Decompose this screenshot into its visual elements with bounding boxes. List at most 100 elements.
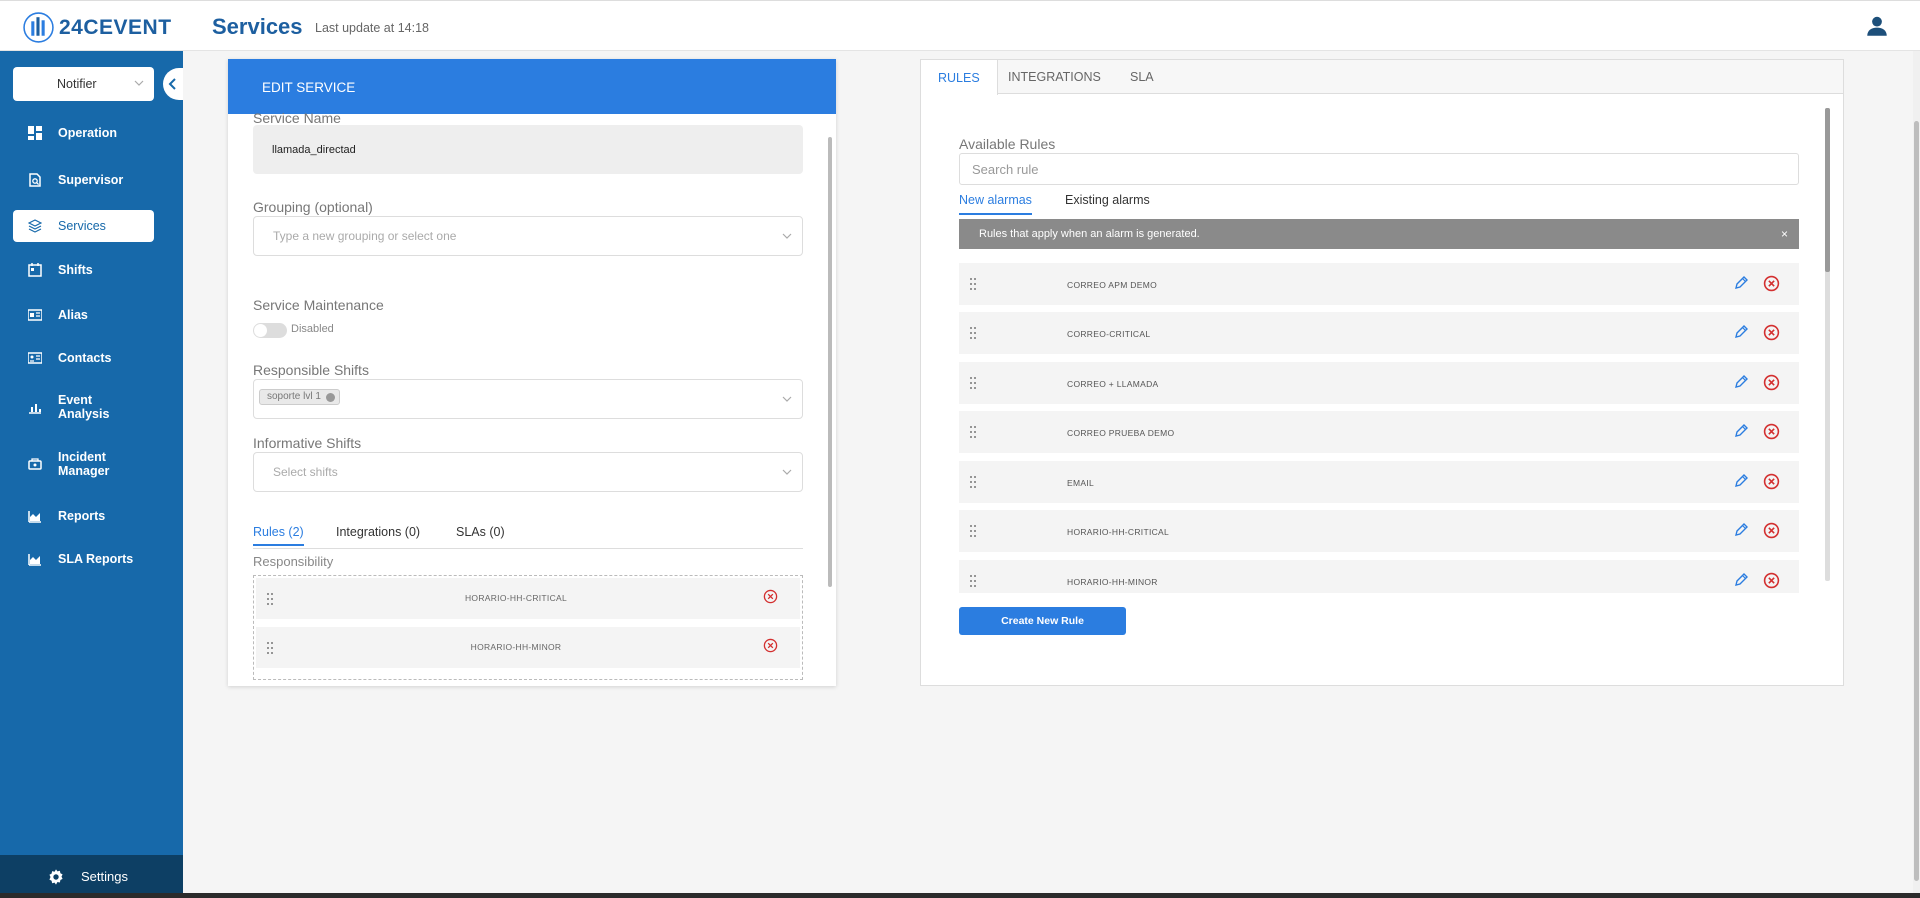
delete-circle-icon[interactable] xyxy=(1763,374,1780,391)
close-icon[interactable]: × xyxy=(1781,227,1788,241)
search-rule-input[interactable]: Search rule xyxy=(959,153,1799,185)
delete-circle-icon[interactable] xyxy=(1763,473,1780,490)
available-rule-row[interactable]: CORREO APM DEMO xyxy=(959,263,1799,305)
available-rule-row[interactable]: HORARIO-HH-CRITICAL xyxy=(959,510,1799,552)
sidebar-item-services[interactable]: Services xyxy=(13,210,154,242)
collapse-sidebar-button[interactable] xyxy=(163,68,183,100)
module-selector-value: Notifier xyxy=(57,77,97,91)
remove-chip-icon[interactable] xyxy=(325,393,335,402)
sidebar-item-incident-manager[interactable]: Incident Manager xyxy=(13,444,154,484)
sidebar-item-label: Contacts xyxy=(58,351,112,365)
available-rule-row[interactable]: EMAIL xyxy=(959,461,1799,503)
informative-shifts-select[interactable]: Select shifts xyxy=(253,452,803,492)
page-title: Services xyxy=(212,14,303,39)
sidebar-item-label: Shifts xyxy=(58,263,93,277)
layers-icon xyxy=(28,219,42,233)
sidebar-item-sla-reports[interactable]: SLA Reports xyxy=(13,543,154,575)
drag-handle-icon[interactable] xyxy=(970,426,976,438)
drag-handle-icon[interactable] xyxy=(970,476,976,488)
service-sub-tabs: Rules (2) Integrations (0) SLAs (0) xyxy=(253,525,803,549)
contact-card-icon xyxy=(28,352,42,364)
sidebar-item-shifts[interactable]: Shifts xyxy=(13,254,154,286)
assigned-rule-name: HORARIO-HH-MINOR xyxy=(470,642,562,652)
maintenance-toggle[interactable] xyxy=(253,323,287,338)
info-banner-text: Rules that apply when an alarm is genera… xyxy=(979,228,1200,240)
pencil-icon[interactable] xyxy=(1733,473,1749,489)
info-banner: Rules that apply when an alarm is genera… xyxy=(959,219,1799,249)
rules-panel: RULES INTEGRATIONS SLA Available Rules S… xyxy=(920,59,1844,686)
sidebar-item-event-analysis[interactable]: Event Analysis xyxy=(13,387,154,427)
edit-service-header: EDIT SERVICE xyxy=(228,59,836,114)
shift-chip: soporte lvl 1 xyxy=(259,389,340,405)
edit-panel-scrollbar[interactable] xyxy=(828,137,832,587)
drag-handle-icon[interactable] xyxy=(970,575,976,587)
service-name-field[interactable]: llamada_directad xyxy=(253,125,803,174)
available-rule-row[interactable]: HORARIO-HH-MINOR xyxy=(959,560,1799,593)
tab-sla-library[interactable]: SLA xyxy=(1113,60,1171,94)
rules-panel-tabs: RULES INTEGRATIONS SLA xyxy=(921,60,1843,95)
sidebar-item-supervisor[interactable]: Supervisor xyxy=(13,164,154,196)
delete-circle-icon[interactable] xyxy=(1763,423,1780,440)
available-rules-list: CORREO APM DEMO CORREO-CRITICAL CORREO +… xyxy=(959,263,1799,593)
area-chart-icon xyxy=(28,554,41,566)
tab-existing-alarms[interactable]: Existing alarms xyxy=(1065,193,1150,207)
available-rule-row[interactable]: CORREO PRUEBA DEMO xyxy=(959,411,1799,453)
dashboard-icon xyxy=(28,126,42,140)
tab-rules-library[interactable]: RULES xyxy=(921,60,998,95)
tab-integrations[interactable]: Integrations (0) xyxy=(336,525,420,539)
chevron-left-icon xyxy=(168,78,176,90)
pencil-icon[interactable] xyxy=(1733,275,1749,291)
delete-circle-icon[interactable] xyxy=(1763,324,1780,341)
sidebar-item-alias[interactable]: Alias xyxy=(13,299,154,331)
pencil-icon[interactable] xyxy=(1733,374,1749,390)
shift-chip-label: soporte lvl 1 xyxy=(267,391,321,402)
responsibility-dropzone[interactable]: HORARIO-HH-CRITICAL HORARIO-HH-MINOR xyxy=(253,575,803,680)
drag-handle-icon[interactable] xyxy=(970,278,976,290)
sidebar-item-label: Event Analysis xyxy=(58,393,110,421)
tab-rules[interactable]: Rules (2) xyxy=(253,525,304,546)
sidebar-item-contacts[interactable]: Contacts xyxy=(13,342,154,374)
responsible-shifts-select[interactable]: soporte lvl 1 xyxy=(253,379,803,419)
pencil-icon[interactable] xyxy=(1733,522,1749,538)
available-rule-row[interactable]: CORREO-CRITICAL xyxy=(959,312,1799,354)
page-scrollbar[interactable] xyxy=(1913,51,1920,898)
assigned-rule-row[interactable]: HORARIO-HH-CRITICAL xyxy=(256,578,800,619)
sidebar-item-label: Services xyxy=(58,219,106,233)
brand-logo[interactable]: 24CEVENT xyxy=(22,11,172,44)
assigned-rule-row[interactable]: HORARIO-HH-MINOR xyxy=(256,627,800,668)
grouping-label: Grouping (optional) xyxy=(253,199,373,215)
user-icon[interactable] xyxy=(1864,13,1890,39)
last-update-text: Last update at 14:18 xyxy=(315,21,429,35)
pencil-icon[interactable] xyxy=(1733,324,1749,340)
pencil-icon[interactable] xyxy=(1733,423,1749,439)
drag-handle-icon[interactable] xyxy=(970,525,976,537)
sidebar-item-reports[interactable]: Reports xyxy=(13,500,154,532)
module-selector[interactable]: Notifier xyxy=(13,67,154,101)
sidebar: Notifier Operation Supervisor Services S… xyxy=(0,51,183,898)
service-name-label: Service Name xyxy=(253,110,341,126)
grouping-select[interactable]: Type a new grouping or select one xyxy=(253,216,803,256)
sidebar-item-operation[interactable]: Operation xyxy=(13,117,154,149)
tab-integrations-library[interactable]: INTEGRATIONS xyxy=(991,60,1118,94)
available-rule-row[interactable]: CORREO + LLAMADA xyxy=(959,362,1799,404)
edit-service-panel: EDIT SERVICE Service Name llamada_direct… xyxy=(228,59,836,686)
create-new-rule-button[interactable]: Create New Rule xyxy=(959,607,1126,635)
tab-new-alarms[interactable]: New alarmas xyxy=(959,193,1032,215)
delete-circle-icon[interactable] xyxy=(1763,275,1780,292)
sidebar-item-label: Operation xyxy=(58,126,118,140)
delete-circle-icon[interactable] xyxy=(1763,572,1780,589)
remove-circle-icon[interactable] xyxy=(763,638,778,653)
drag-handle-icon[interactable] xyxy=(970,327,976,339)
settings-button[interactable]: Settings xyxy=(0,855,183,898)
rule-name: CORREO APM DEMO xyxy=(1067,280,1157,290)
delete-circle-icon[interactable] xyxy=(1763,522,1780,539)
chevron-down-icon xyxy=(782,396,792,402)
calendar-icon xyxy=(28,263,42,277)
pencil-icon[interactable] xyxy=(1733,572,1749,588)
tab-slas[interactable]: SLAs (0) xyxy=(456,525,505,539)
sidebar-item-label: Reports xyxy=(58,509,106,523)
remove-circle-icon[interactable] xyxy=(763,589,778,604)
rules-list-scrollbar[interactable] xyxy=(1825,108,1830,581)
drag-handle-icon[interactable] xyxy=(970,377,976,389)
brand-name: 24CEVENT xyxy=(59,15,172,39)
